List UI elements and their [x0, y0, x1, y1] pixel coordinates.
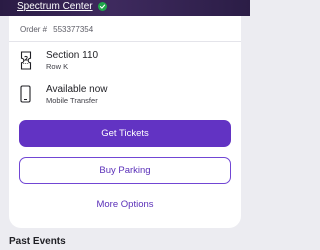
order-number: 553377354	[53, 25, 94, 34]
delivery-info-row: Available now Mobile Transfer	[20, 84, 108, 106]
order-label: Order #	[20, 25, 48, 34]
mobile-phone-icon	[20, 84, 36, 104]
delivery-method: Mobile Transfer	[46, 96, 98, 105]
venue-row: Spectrum Center	[17, 0, 107, 13]
divider	[9, 41, 241, 42]
availability-status: Available now	[46, 84, 108, 95]
section-text: Section 110	[46, 50, 99, 61]
get-tickets-button[interactable]: Get Tickets	[19, 120, 231, 147]
more-options-link[interactable]: More Options	[19, 199, 231, 210]
ticket-icon	[20, 50, 36, 70]
buy-parking-button[interactable]: Buy Parking	[19, 157, 231, 184]
venue-link[interactable]: Spectrum Center	[17, 1, 93, 12]
past-events-heading: Past Events	[9, 236, 66, 247]
row-text: Row K	[46, 62, 69, 71]
ticket-card: Order # 553377354 Section 110 Row K Avail…	[9, 16, 241, 228]
order-row: Order # 553377354	[20, 25, 93, 34]
verified-check-icon	[97, 2, 107, 11]
seat-info-row: Section 110 Row K	[20, 50, 98, 72]
